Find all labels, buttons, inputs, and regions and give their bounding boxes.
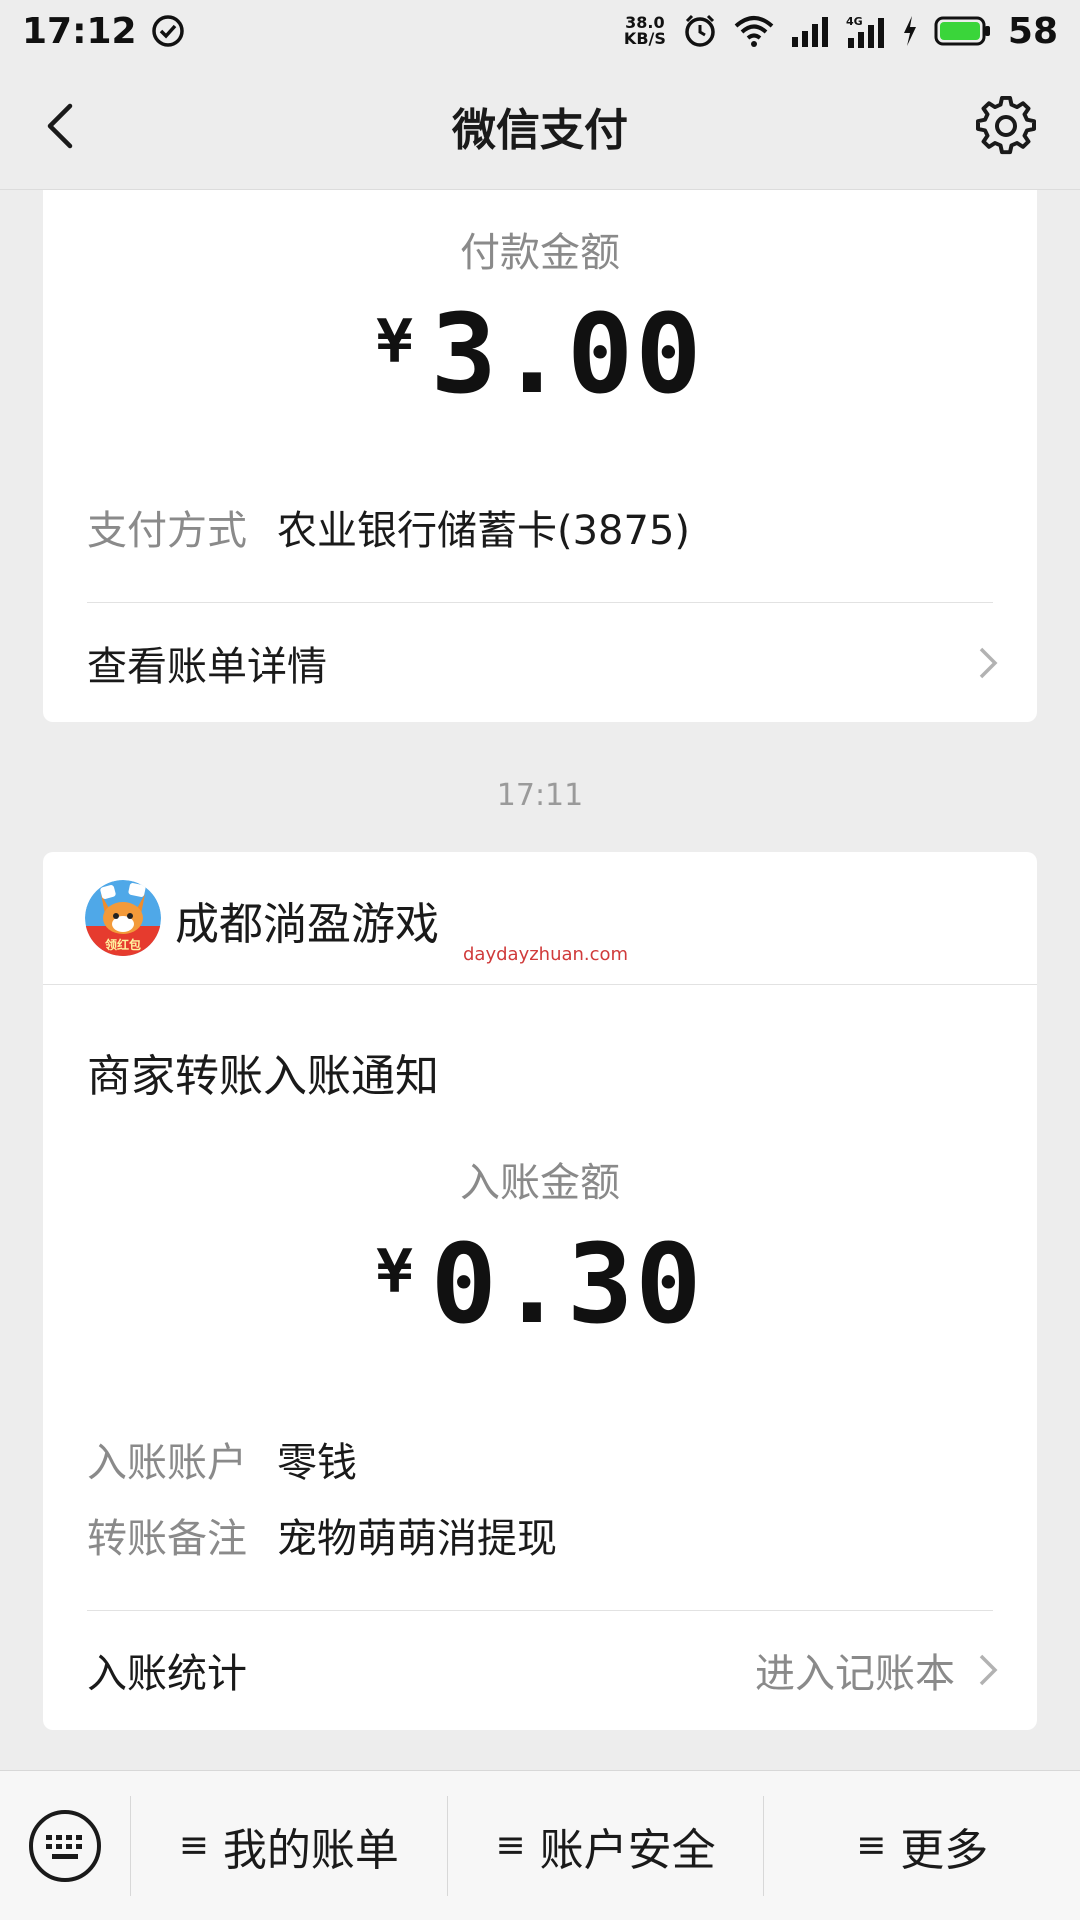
payment-method-key: 支付方式 bbox=[87, 508, 247, 554]
network-type-label: 4G bbox=[846, 15, 863, 28]
menu-label: 我的账单 bbox=[222, 1824, 399, 1876]
bill-detail-link[interactable]: 查看账单详情 bbox=[87, 603, 1001, 723]
bill-detail-label: 查看账单详情 bbox=[87, 644, 327, 690]
payment-card: 付款金额 ¥3.00 支付方式 农业银行储蓄卡(3875) 查看账单详情 bbox=[43, 190, 1037, 722]
payment-amount-label: 付款金额 bbox=[460, 230, 620, 276]
payment-method-row: 支付方式 农业银行储蓄卡(3875) bbox=[87, 498, 690, 556]
credit-amount-value: 0.30 bbox=[430, 1220, 704, 1348]
keyboard-toggle-button[interactable] bbox=[0, 1771, 130, 1920]
gear-icon[interactable] bbox=[976, 96, 1036, 156]
check-circle-icon bbox=[151, 15, 184, 47]
wifi-icon bbox=[734, 16, 774, 47]
ledger-link-label: 进入记账本 bbox=[755, 1651, 955, 1697]
battery-icon bbox=[934, 16, 990, 46]
watermark-text: daydayzhuan.com bbox=[463, 944, 629, 965]
menu-my-bills[interactable]: ≡ 我的账单 bbox=[130, 1795, 447, 1896]
charging-icon bbox=[903, 16, 916, 46]
net-speed: 38.0 KB/S bbox=[624, 15, 666, 47]
payment-amount-value: 3.00 bbox=[430, 290, 704, 418]
credit-account-value: 零钱 bbox=[277, 1440, 357, 1486]
payment-method-value: 农业银行储蓄卡(3875) bbox=[277, 508, 691, 554]
status-bar: 17:12 38.0 KB/S 4G 58 bbox=[0, 0, 1080, 62]
credit-currency: ¥ bbox=[376, 1237, 413, 1307]
menu-label: 更多 bbox=[900, 1824, 989, 1876]
divider bbox=[43, 984, 1037, 985]
credit-amount: ¥0.30 bbox=[43, 1220, 1037, 1348]
fox-mascot-icon: 领红包 bbox=[85, 880, 161, 956]
battery-level: 58 bbox=[1007, 10, 1058, 52]
avatar-badge-text: 领红包 bbox=[105, 937, 141, 952]
credit-stats-row[interactable]: 入账统计 进入记账本 bbox=[87, 1611, 1001, 1729]
menu-more[interactable]: ≡ 更多 bbox=[763, 1795, 1080, 1896]
transfer-remark-value: 宠物萌萌消提现 bbox=[277, 1516, 557, 1562]
merchant-avatar[interactable]: 领红包 bbox=[85, 880, 161, 956]
bottom-menu-bar: ≡ 我的账单 ≡ 账户安全 ≡ 更多 bbox=[0, 1770, 1080, 1920]
credit-amount-label: 入账金额 bbox=[460, 1160, 620, 1206]
chevron-right-icon bbox=[979, 1654, 998, 1686]
alarm-icon bbox=[685, 14, 715, 47]
transfer-remark-row: 转账备注 宠物萌萌消提现 bbox=[87, 1506, 557, 1564]
menu-list-icon: ≡ bbox=[178, 1825, 209, 1866]
keyboard-icon bbox=[29, 1809, 101, 1882]
signal-icon bbox=[791, 17, 828, 47]
merchant-name[interactable]: 成都淌盈游戏 bbox=[175, 888, 439, 952]
page-title: 微信支付 bbox=[452, 104, 628, 156]
credit-stats-label: 入账统计 bbox=[87, 1651, 247, 1697]
ledger-link[interactable]: 进入记账本 bbox=[755, 1641, 1001, 1699]
menu-account-security[interactable]: ≡ 账户安全 bbox=[446, 1795, 764, 1896]
nav-bar: 微信支付 bbox=[0, 62, 1080, 190]
payment-amount: ¥3.00 bbox=[43, 290, 1037, 418]
back-arrow-icon[interactable] bbox=[36, 98, 92, 154]
transfer-remark-key: 转账备注 bbox=[87, 1516, 247, 1562]
credit-account-key: 入账账户 bbox=[87, 1440, 247, 1486]
net-speed-unit: KB/S bbox=[623, 29, 666, 48]
menu-list-icon: ≡ bbox=[495, 1825, 526, 1866]
status-time: 17:12 bbox=[22, 10, 137, 52]
message-timestamp: 17:11 bbox=[496, 778, 584, 813]
menu-list-icon: ≡ bbox=[856, 1825, 887, 1866]
signal-4g-icon: 4G bbox=[846, 15, 884, 48]
menu-label: 账户安全 bbox=[539, 1824, 716, 1876]
notice-title: 商家转账入账通知 bbox=[87, 1051, 439, 1102]
transfer-card: 领红包 成都淌盈游戏 daydayzhuan.com 商家转账入账通知 入账金额… bbox=[43, 852, 1037, 1730]
payment-currency: ¥ bbox=[376, 307, 413, 377]
credit-account-row: 入账账户 零钱 bbox=[87, 1430, 357, 1488]
chevron-right-icon bbox=[979, 647, 998, 679]
